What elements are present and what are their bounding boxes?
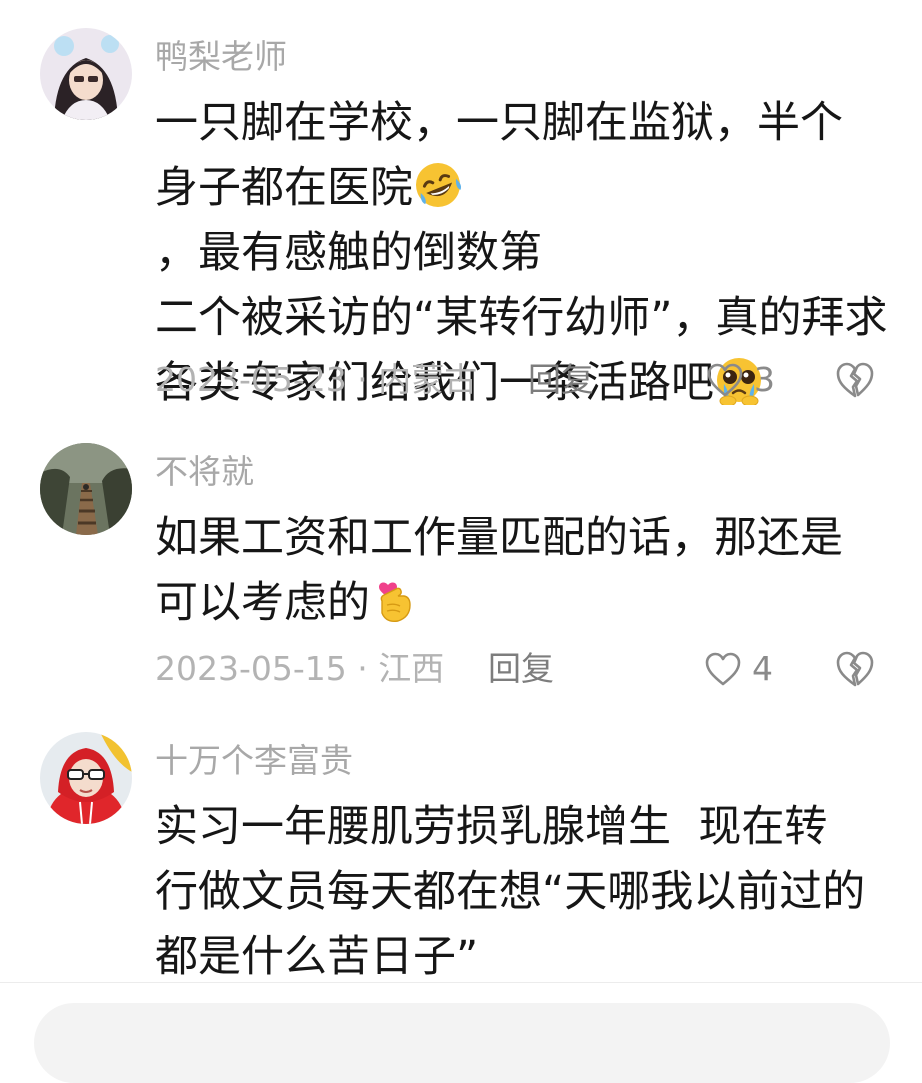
like-button[interactable]: 4 xyxy=(704,646,773,692)
comment-username[interactable]: 十万个李富贵 xyxy=(155,741,353,781)
rofl-emoji-icon xyxy=(416,163,462,207)
comment-text: 实习一年腰肌劳损乳腺增生 现在转 行做文员每天都在想“天哪我以前过的 都是什么苦… xyxy=(155,795,895,990)
reply-button[interactable]: 回复 xyxy=(528,357,594,403)
comment-date: 2023-05-15 xyxy=(155,649,347,688)
footer-divider xyxy=(0,982,922,983)
comment-line: 实习一年腰肌劳损乳腺增生 现在转 xyxy=(155,802,828,852)
meta-separator: · xyxy=(357,649,368,688)
comment-line: 一只脚在学校，一只脚在监狱，半个 xyxy=(155,98,843,148)
meta-separator: · xyxy=(357,360,368,399)
comment-line: ，最有感触的倒数第 xyxy=(155,228,542,278)
comment-line-part: 身子都在医院 xyxy=(155,163,413,213)
like-count: 4 xyxy=(752,649,773,688)
like-button[interactable]: 3 xyxy=(706,357,775,403)
heart-icon xyxy=(705,652,741,686)
finger-heart-emoji-icon xyxy=(379,582,411,623)
comment-meta: 2023-05-23 · 内蒙古 xyxy=(155,357,477,403)
comment-location: 江西 xyxy=(378,649,445,688)
comment-text: 如果工资和工作量匹配的话，那还是 可以考虑的 xyxy=(155,506,895,636)
comment-input-bar[interactable] xyxy=(34,1003,890,1083)
comment-line-part: 可以考虑的 xyxy=(155,578,370,628)
comment-username[interactable]: 不将就 xyxy=(155,452,254,492)
comment-location: 内蒙古 xyxy=(378,360,478,399)
avatar[interactable] xyxy=(40,732,132,824)
broken-heart-icon[interactable] xyxy=(834,648,876,690)
comment-username[interactable]: 鸭梨老师 xyxy=(155,37,287,77)
comment-line: 都是什么苦日子” xyxy=(155,932,479,982)
heart-icon xyxy=(707,363,743,397)
avatar[interactable] xyxy=(40,28,132,120)
comment-date: 2023-05-23 xyxy=(155,360,347,399)
comment-line: 二个被采访的“某转行幼师”，真的拜求 xyxy=(155,293,888,343)
comment-line: 身子都在医院 xyxy=(155,156,895,221)
comment-line: 行做文员每天都在想“天哪我以前过的 xyxy=(155,867,866,917)
avatar[interactable] xyxy=(40,443,132,535)
comment-line: 如果工资和工作量匹配的话，那还是 xyxy=(155,513,843,563)
comment-meta: 2023-05-15 · 江西 xyxy=(155,646,444,692)
comment-line: 可以考虑的 xyxy=(155,571,895,636)
broken-heart-icon[interactable] xyxy=(834,359,876,401)
like-count: 3 xyxy=(754,360,775,399)
reply-button[interactable]: 回复 xyxy=(488,646,554,692)
